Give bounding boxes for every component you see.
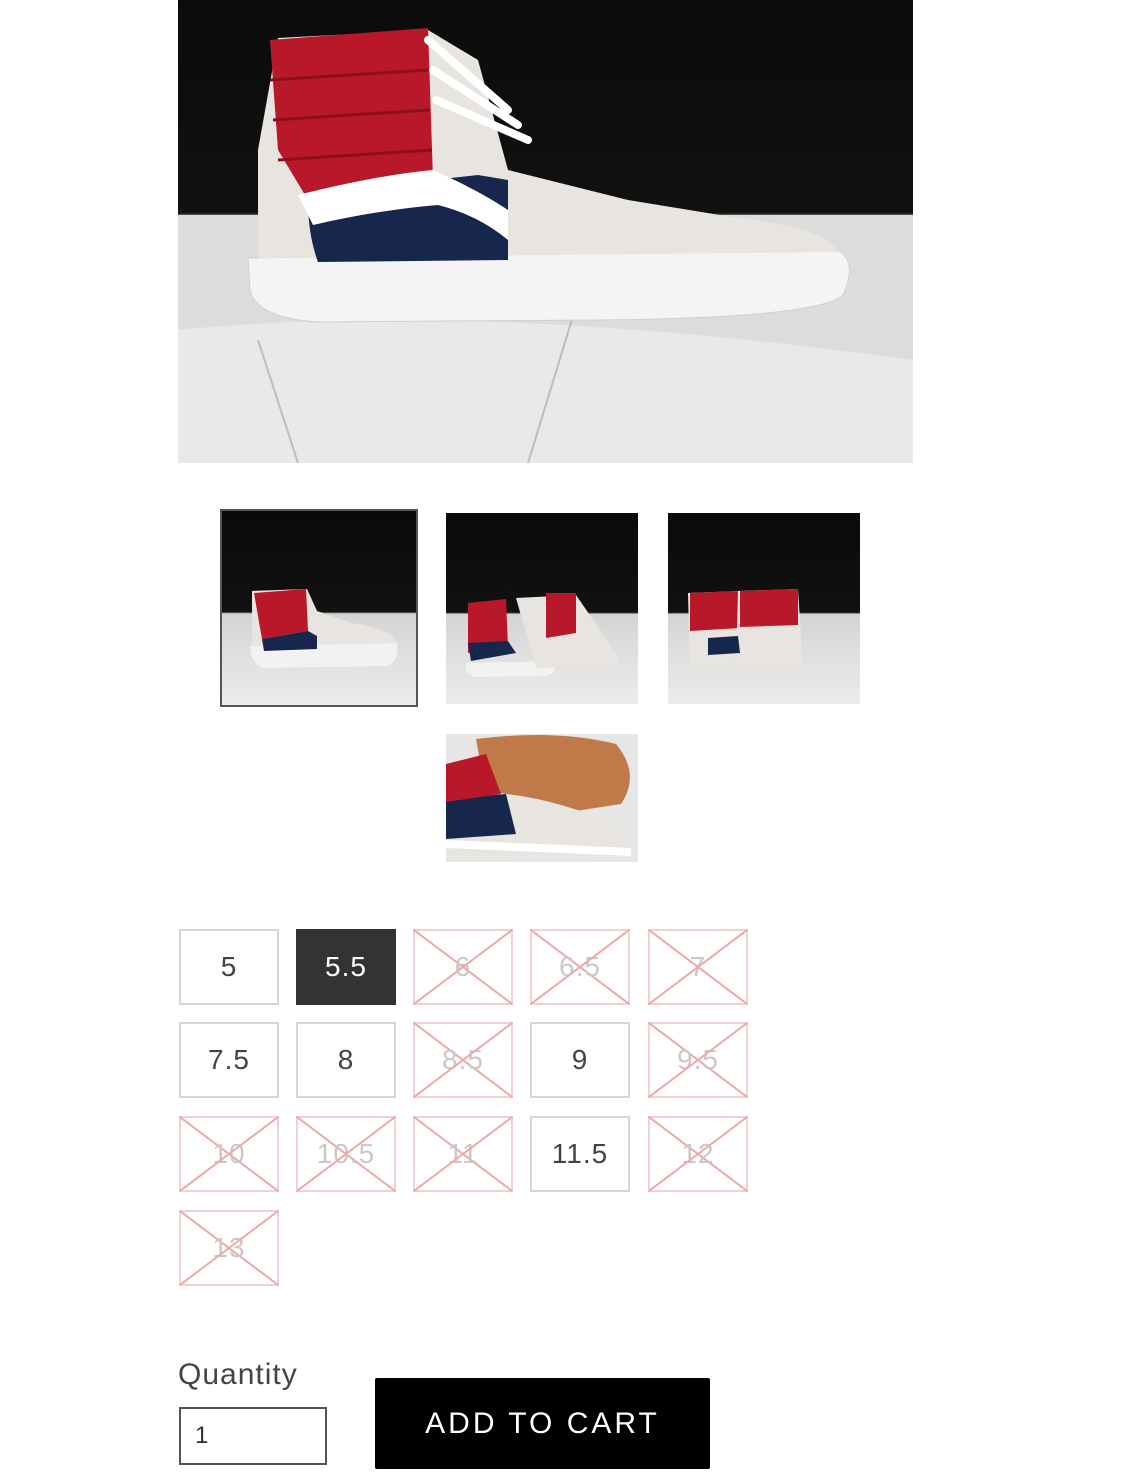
size-option-label: 9.5 xyxy=(677,1044,719,1075)
add-to-cart-button[interactable]: ADD TO CART xyxy=(375,1378,710,1469)
size-option-11-5[interactable]: 11.5 xyxy=(530,1116,630,1192)
size-option-8[interactable]: 8 xyxy=(296,1022,396,1098)
thumb-pair-front-view[interactable] xyxy=(446,513,638,704)
size-option-11: 11 xyxy=(413,1116,513,1192)
size-option-label: 9 xyxy=(571,1044,589,1075)
size-option-6: 6 xyxy=(413,929,513,1005)
size-option-label: 7.5 xyxy=(208,1044,250,1075)
size-option-label: 6 xyxy=(454,951,472,982)
size-option-12: 12 xyxy=(648,1116,748,1192)
size-option-label: 7 xyxy=(689,951,707,982)
quantity-label: Quantity xyxy=(178,1358,298,1391)
size-option-label: 11 xyxy=(447,1138,479,1169)
size-option-7-5[interactable]: 7.5 xyxy=(179,1022,279,1098)
size-option-8-5: 8.5 xyxy=(413,1022,513,1098)
thumb-pair-back-view[interactable] xyxy=(668,513,860,704)
size-option-label: 5 xyxy=(220,951,238,982)
size-option-5[interactable]: 5 xyxy=(179,929,279,1005)
size-option-label: 8 xyxy=(337,1044,355,1075)
size-option-label: 13 xyxy=(212,1232,246,1263)
size-option-7: 7 xyxy=(648,929,748,1005)
size-option-10: 10 xyxy=(179,1116,279,1192)
quantity-input[interactable] xyxy=(179,1407,327,1465)
thumb-sole-view[interactable] xyxy=(446,734,638,862)
size-option-9-5: 9.5 xyxy=(648,1022,748,1098)
size-option-6-5: 6.5 xyxy=(530,929,630,1005)
thumb-side-view[interactable] xyxy=(220,509,418,707)
size-option-label: 10.5 xyxy=(316,1138,376,1169)
size-option-label: 12 xyxy=(681,1138,715,1169)
size-option-13: 13 xyxy=(179,1210,279,1286)
size-option-label: 8.5 xyxy=(442,1044,484,1075)
size-option-label: 10 xyxy=(212,1138,246,1169)
main-product-image xyxy=(178,0,913,463)
size-option-9[interactable]: 9 xyxy=(530,1022,630,1098)
size-option-label: 6.5 xyxy=(559,951,601,982)
size-option-5-5[interactable]: 5.5 xyxy=(296,929,396,1005)
size-option-label: 11.5 xyxy=(551,1138,609,1169)
size-option-10-5: 10.5 xyxy=(296,1116,396,1192)
size-option-label: 5.5 xyxy=(325,951,367,982)
